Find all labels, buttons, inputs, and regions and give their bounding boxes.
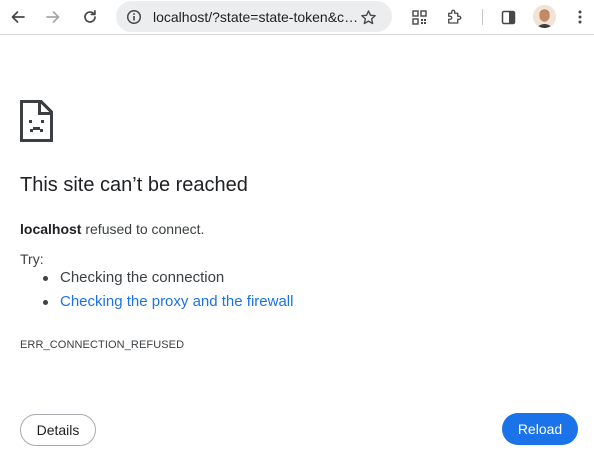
- site-info-button[interactable]: [122, 5, 146, 29]
- extensions-button[interactable]: [441, 5, 467, 29]
- bookmark-button[interactable]: [356, 5, 380, 29]
- details-button[interactable]: Details: [20, 414, 96, 446]
- url-text[interactable]: localhost/?state=state-token&code=...: [153, 9, 361, 25]
- profile-photo-icon: [533, 5, 556, 28]
- arrow-right-icon: [46, 11, 60, 23]
- error-code: ERR_CONNECTION_REFUSED: [20, 339, 185, 351]
- toolbar-divider: [482, 9, 483, 25]
- avatar[interactable]: [533, 5, 556, 28]
- suggestion-item-link[interactable]: Checking the proxy and the firewall: [39, 290, 293, 314]
- forward-button[interactable]: [40, 5, 66, 29]
- reload-page-button[interactable]: Reload: [502, 413, 578, 445]
- error-message-text: refused to connect.: [85, 221, 205, 237]
- page-title: This site can’t be reached: [20, 174, 248, 196]
- error-message: localhost refused to connect.: [20, 221, 204, 237]
- reload-icon: [84, 9, 96, 23]
- sad-page-icon: [20, 100, 53, 142]
- try-label: Try:: [20, 251, 44, 267]
- puzzle-icon: [448, 9, 462, 24]
- side-panel-icon: [501, 10, 515, 24]
- suggestion-check-proxy-link[interactable]: Checking the proxy and the firewall: [60, 293, 293, 310]
- qr-code-icon: [411, 9, 427, 25]
- bullet-icon: [43, 300, 48, 305]
- reload-button[interactable]: [77, 5, 103, 29]
- suggestion-item: Checking the connection: [39, 266, 293, 290]
- bullet-icon: [43, 276, 48, 281]
- back-button[interactable]: [5, 5, 31, 29]
- browser-toolbar: localhost/?state=state-token&code=...: [0, 0, 594, 35]
- side-panel-button[interactable]: [495, 5, 521, 29]
- info-icon: [126, 9, 142, 25]
- kebab-menu-icon: [578, 10, 582, 24]
- menu-button[interactable]: [567, 5, 593, 29]
- qr-code-button[interactable]: [406, 5, 432, 29]
- arrow-left-icon: [11, 11, 25, 23]
- error-host: localhost: [20, 221, 82, 237]
- suggestions-list: Checking the connection Checking the pro…: [39, 266, 293, 314]
- suggestion-check-connection: Checking the connection: [60, 269, 225, 286]
- star-icon: [360, 9, 376, 24]
- address-bar[interactable]: localhost/?state=state-token&code=...: [116, 1, 392, 32]
